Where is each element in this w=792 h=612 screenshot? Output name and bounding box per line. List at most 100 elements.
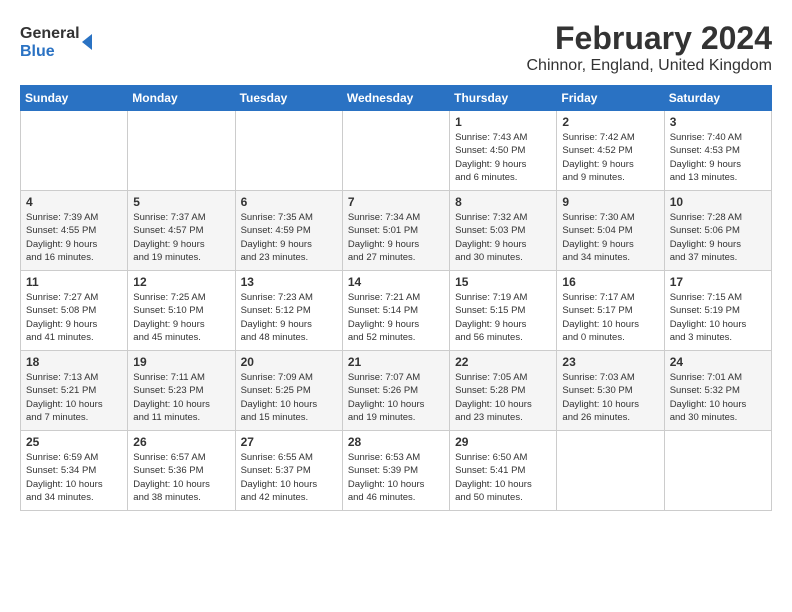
calendar-cell: 20 Sunrise: 7:09 AM Sunset: 5:25 PM Dayli…	[235, 351, 342, 431]
day-number: 25	[26, 435, 122, 449]
svg-text:General: General	[20, 25, 80, 42]
day-number: 11	[26, 275, 122, 289]
calendar-cell: 6 Sunrise: 7:35 AM Sunset: 4:59 PM Daylig…	[235, 191, 342, 271]
calendar-cell: 24 Sunrise: 7:01 AM Sunset: 5:32 PM Dayli…	[664, 351, 771, 431]
calendar-cell	[21, 111, 128, 191]
title-block: February 2024 Chinnor, England, United K…	[527, 20, 773, 75]
day-info: Sunrise: 6:53 AM Sunset: 5:39 PM Dayligh…	[348, 451, 444, 504]
calendar-cell	[235, 111, 342, 191]
day-info: Sunrise: 7:23 AM Sunset: 5:12 PM Dayligh…	[241, 291, 337, 344]
calendar-cell	[664, 431, 771, 511]
header-cell-saturday: Saturday	[664, 86, 771, 111]
calendar-cell: 3Sunrise: 7:40 AM Sunset: 4:53 PM Daylig…	[664, 111, 771, 191]
day-number: 15	[455, 275, 551, 289]
day-info: Sunrise: 7:21 AM Sunset: 5:14 PM Dayligh…	[348, 291, 444, 344]
day-info: Sunrise: 7:15 AM Sunset: 5:19 PM Dayligh…	[670, 291, 766, 344]
day-number: 29	[455, 435, 551, 449]
calendar-cell: 23Sunrise: 7:03 AM Sunset: 5:30 PM Dayli…	[557, 351, 664, 431]
header-cell-wednesday: Wednesday	[342, 86, 449, 111]
calendar-cell: 16Sunrise: 7:17 AM Sunset: 5:17 PM Dayli…	[557, 271, 664, 351]
logo-icon: GeneralBlue	[20, 20, 100, 65]
calendar-cell: 14 Sunrise: 7:21 AM Sunset: 5:14 PM Dayli…	[342, 271, 449, 351]
week-row-2: 4Sunrise: 7:39 AM Sunset: 4:55 PM Daylig…	[21, 191, 772, 271]
header-cell-thursday: Thursday	[450, 86, 557, 111]
day-info: Sunrise: 7:03 AM Sunset: 5:30 PM Dayligh…	[562, 371, 658, 424]
day-number: 7	[348, 195, 444, 209]
week-row-5: 25 Sunrise: 6:59 AM Sunset: 5:34 PM Dayli…	[21, 431, 772, 511]
day-number: 13	[241, 275, 337, 289]
header-cell-monday: Monday	[128, 86, 235, 111]
day-number: 3	[670, 115, 766, 129]
calendar-cell: 11 Sunrise: 7:27 AM Sunset: 5:08 PM Dayli…	[21, 271, 128, 351]
day-info: Sunrise: 6:57 AM Sunset: 5:36 PM Dayligh…	[133, 451, 229, 504]
day-number: 8	[455, 195, 551, 209]
svg-text:Blue: Blue	[20, 43, 55, 60]
day-info: Sunrise: 7:09 AM Sunset: 5:25 PM Dayligh…	[241, 371, 337, 424]
day-number: 24	[670, 355, 766, 369]
calendar-cell	[128, 111, 235, 191]
day-info: Sunrise: 7:11 AM Sunset: 5:23 PM Dayligh…	[133, 371, 229, 424]
day-info: Sunrise: 7:43 AM Sunset: 4:50 PM Dayligh…	[455, 131, 551, 184]
header-cell-tuesday: Tuesday	[235, 86, 342, 111]
day-info: Sunrise: 7:07 AM Sunset: 5:26 PM Dayligh…	[348, 371, 444, 424]
calendar-cell: 8 Sunrise: 7:32 AM Sunset: 5:03 PM Daylig…	[450, 191, 557, 271]
calendar-cell: 13 Sunrise: 7:23 AM Sunset: 5:12 PM Dayli…	[235, 271, 342, 351]
calendar-cell: 5Sunrise: 7:37 AM Sunset: 4:57 PM Daylig…	[128, 191, 235, 271]
day-number: 6	[241, 195, 337, 209]
calendar-cell: 27 Sunrise: 6:55 AM Sunset: 5:37 PM Dayli…	[235, 431, 342, 511]
calendar-cell	[342, 111, 449, 191]
page-subtitle: Chinnor, England, United Kingdom	[527, 57, 773, 75]
day-info: Sunrise: 7:32 AM Sunset: 5:03 PM Dayligh…	[455, 211, 551, 264]
week-row-1: 1Sunrise: 7:43 AM Sunset: 4:50 PM Daylig…	[21, 111, 772, 191]
day-number: 12	[133, 275, 229, 289]
calendar-cell: 12 Sunrise: 7:25 AM Sunset: 5:10 PM Dayli…	[128, 271, 235, 351]
day-info: Sunrise: 7:27 AM Sunset: 5:08 PM Dayligh…	[26, 291, 122, 344]
day-info: Sunrise: 7:13 AM Sunset: 5:21 PM Dayligh…	[26, 371, 122, 424]
day-number: 28	[348, 435, 444, 449]
calendar-cell	[557, 431, 664, 511]
day-number: 20	[241, 355, 337, 369]
calendar-cell: 1Sunrise: 7:43 AM Sunset: 4:50 PM Daylig…	[450, 111, 557, 191]
day-number: 26	[133, 435, 229, 449]
day-number: 5	[133, 195, 229, 209]
day-info: Sunrise: 7:42 AM Sunset: 4:52 PM Dayligh…	[562, 131, 658, 184]
header-cell-friday: Friday	[557, 86, 664, 111]
calendar-cell: 2 Sunrise: 7:42 AM Sunset: 4:52 PM Daylig…	[557, 111, 664, 191]
calendar-cell: 25 Sunrise: 6:59 AM Sunset: 5:34 PM Dayli…	[21, 431, 128, 511]
calendar-cell: 18 Sunrise: 7:13 AM Sunset: 5:21 PM Dayli…	[21, 351, 128, 431]
day-number: 21	[348, 355, 444, 369]
header-cell-sunday: Sunday	[21, 86, 128, 111]
day-number: 9	[562, 195, 658, 209]
week-row-4: 18 Sunrise: 7:13 AM Sunset: 5:21 PM Dayli…	[21, 351, 772, 431]
calendar-cell: 26 Sunrise: 6:57 AM Sunset: 5:36 PM Dayli…	[128, 431, 235, 511]
day-number: 14	[348, 275, 444, 289]
calendar-cell: 19Sunrise: 7:11 AM Sunset: 5:23 PM Dayli…	[128, 351, 235, 431]
day-info: Sunrise: 7:34 AM Sunset: 5:01 PM Dayligh…	[348, 211, 444, 264]
day-number: 10	[670, 195, 766, 209]
day-info: Sunrise: 7:25 AM Sunset: 5:10 PM Dayligh…	[133, 291, 229, 344]
calendar-cell: 9 Sunrise: 7:30 AM Sunset: 5:04 PM Daylig…	[557, 191, 664, 271]
day-info: Sunrise: 7:19 AM Sunset: 5:15 PM Dayligh…	[455, 291, 551, 344]
day-number: 17	[670, 275, 766, 289]
day-info: Sunrise: 7:05 AM Sunset: 5:28 PM Dayligh…	[455, 371, 551, 424]
day-number: 4	[26, 195, 122, 209]
day-info: Sunrise: 7:01 AM Sunset: 5:32 PM Dayligh…	[670, 371, 766, 424]
calendar-cell: 15 Sunrise: 7:19 AM Sunset: 5:15 PM Dayli…	[450, 271, 557, 351]
calendar-table: SundayMondayTuesdayWednesdayThursdayFrid…	[20, 85, 772, 511]
day-info: Sunrise: 7:35 AM Sunset: 4:59 PM Dayligh…	[241, 211, 337, 264]
week-row-3: 11 Sunrise: 7:27 AM Sunset: 5:08 PM Dayli…	[21, 271, 772, 351]
day-info: Sunrise: 6:59 AM Sunset: 5:34 PM Dayligh…	[26, 451, 122, 504]
page-header: GeneralBlue February 2024 Chinnor, Engla…	[20, 20, 772, 75]
calendar-cell: 10Sunrise: 7:28 AM Sunset: 5:06 PM Dayli…	[664, 191, 771, 271]
calendar-cell: 4Sunrise: 7:39 AM Sunset: 4:55 PM Daylig…	[21, 191, 128, 271]
calendar-cell: 29 Sunrise: 6:50 AM Sunset: 5:41 PM Dayli…	[450, 431, 557, 511]
day-info: Sunrise: 6:55 AM Sunset: 5:37 PM Dayligh…	[241, 451, 337, 504]
day-number: 27	[241, 435, 337, 449]
day-info: Sunrise: 6:50 AM Sunset: 5:41 PM Dayligh…	[455, 451, 551, 504]
day-number: 18	[26, 355, 122, 369]
calendar-cell: 7 Sunrise: 7:34 AM Sunset: 5:01 PM Daylig…	[342, 191, 449, 271]
page-title: February 2024	[527, 20, 773, 57]
day-info: Sunrise: 7:30 AM Sunset: 5:04 PM Dayligh…	[562, 211, 658, 264]
logo: GeneralBlue	[20, 20, 100, 65]
day-number: 2	[562, 115, 658, 129]
